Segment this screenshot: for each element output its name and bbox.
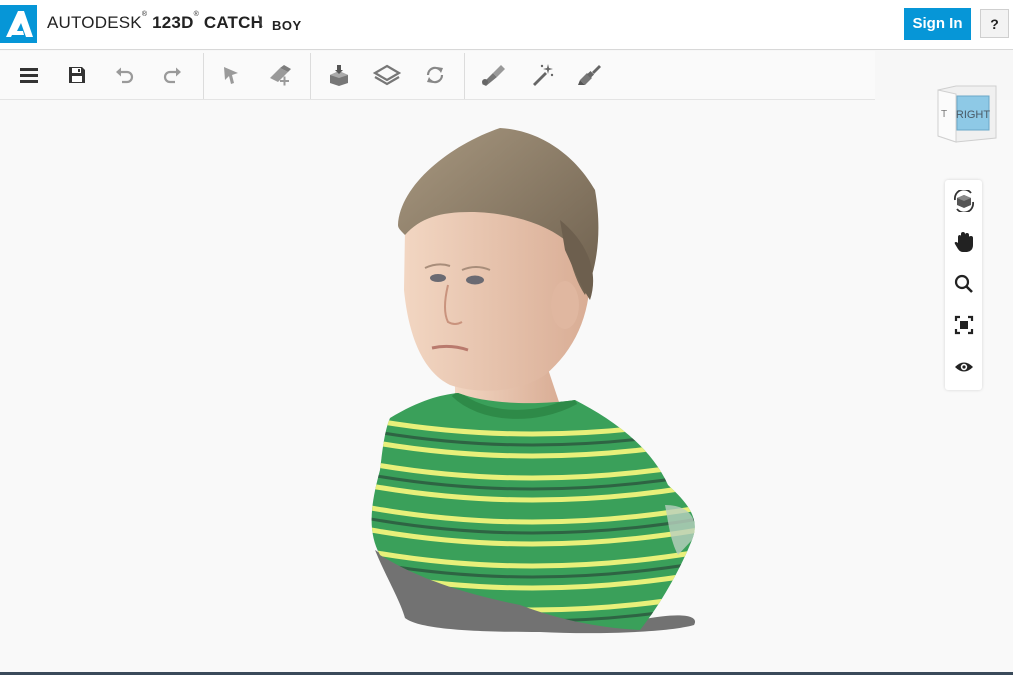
pan-button[interactable]	[945, 223, 982, 261]
plane-layer-icon	[373, 64, 401, 86]
undo-button[interactable]	[107, 59, 141, 91]
save-icon	[69, 67, 85, 83]
view-cube[interactable]: RIGHT T	[932, 84, 998, 144]
pan-hand-icon	[954, 232, 973, 252]
autodesk-a-icon	[6, 11, 33, 37]
boy-3d-model[interactable]	[0, 100, 1013, 672]
hamburger-menu-icon	[20, 68, 38, 83]
toolbar-divider	[464, 53, 465, 99]
orbit-button[interactable]	[945, 182, 982, 220]
redo-button[interactable]	[156, 59, 190, 91]
help-button[interactable]: ?	[980, 9, 1009, 38]
navigation-bar	[945, 180, 982, 390]
autodesk-logo[interactable]	[0, 5, 37, 43]
refresh-icon	[426, 66, 444, 84]
brush-tool-button[interactable]	[476, 59, 510, 91]
eraser-add-icon	[270, 65, 291, 86]
visibility-button[interactable]	[945, 348, 982, 386]
sign-in-button[interactable]: Sign In	[904, 8, 971, 40]
save-button[interactable]	[60, 59, 94, 91]
refresh-button[interactable]	[418, 59, 452, 91]
add-to-selection-button[interactable]	[262, 59, 296, 91]
app-header: AUTODESK® 123D® CATCH \ BOY Sign In ?	[0, 0, 1013, 50]
fit-to-view-icon	[954, 315, 973, 335]
zoom-button[interactable]	[945, 265, 982, 303]
create-solid-button[interactable]	[322, 59, 356, 91]
magic-wand-icon	[533, 64, 554, 86]
brush-icon	[482, 65, 505, 86]
paint-tool-button[interactable]	[572, 59, 606, 91]
3d-viewport[interactable]	[0, 100, 1013, 672]
main-toolbar	[0, 51, 875, 100]
menu-button[interactable]	[12, 59, 46, 91]
eye-icon	[954, 362, 973, 372]
fit-view-button[interactable]	[945, 306, 982, 344]
undo-icon	[116, 67, 134, 84]
view-cube-icon: RIGHT T	[937, 85, 997, 143]
select-arrow-icon	[224, 67, 238, 84]
product-title: AUTODESK® 123D® CATCH	[47, 11, 264, 32]
orbit-icon	[953, 190, 974, 212]
redo-icon	[163, 67, 181, 84]
view-cube-face-label: RIGHT	[956, 109, 991, 121]
view-cube-side-label: T	[941, 109, 947, 120]
select-tool-button[interactable]	[214, 59, 248, 91]
slice-plane-button[interactable]	[370, 59, 404, 91]
zoom-magnifier-icon	[954, 274, 973, 293]
cube-drop-icon	[330, 65, 348, 86]
toolbar-divider	[310, 53, 311, 99]
paint-broom-icon	[578, 65, 601, 85]
breadcrumb-separator: \	[258, 14, 263, 31]
toolbar-divider	[203, 53, 204, 99]
magic-wand-button[interactable]	[525, 59, 559, 91]
project-name[interactable]: BOY	[272, 18, 302, 33]
